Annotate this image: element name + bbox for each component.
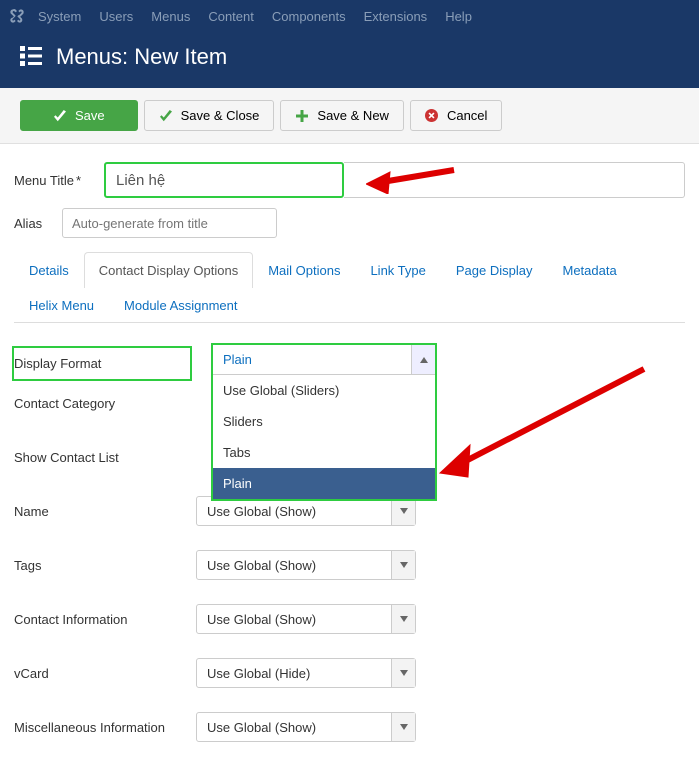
menu-title-input-ext[interactable] [344,162,685,198]
save-button[interactable]: Save [20,100,138,131]
nav-components[interactable]: Components [272,9,346,24]
save-new-button[interactable]: Save & New [280,100,404,131]
option-tabs[interactable]: Tabs [213,437,435,468]
check-icon [53,109,67,123]
caret-down-icon [391,713,415,741]
page-title: Menus: New Item [56,44,227,70]
cancel-icon [425,109,439,123]
caret-down-icon [391,497,415,525]
vcard-select[interactable]: Use Global (Hide) [196,658,416,688]
top-navbar: System Users Menus Content Components Ex… [0,0,699,32]
tabs: Details Contact Display Options Mail Opt… [14,252,685,323]
display-format-select-open[interactable]: Plain Use Global (Sliders) Sliders Tabs … [211,343,437,501]
form-area: Menu Title* Alias Details Contact Displa… [0,144,699,761]
save-close-label: Save & Close [181,108,260,123]
contact-info-label: Contact Information [14,612,196,627]
option-sliders[interactable]: Sliders [213,406,435,437]
plus-icon [295,109,309,123]
tab-details[interactable]: Details [14,252,84,288]
save-close-button[interactable]: Save & Close [144,100,275,131]
alias-input[interactable] [62,208,277,238]
misc-value: Use Global (Show) [197,720,391,735]
nav-help[interactable]: Help [445,9,472,24]
nav-extensions[interactable]: Extensions [364,9,428,24]
tab-metadata[interactable]: Metadata [547,252,631,288]
nav-menus[interactable]: Menus [151,9,190,24]
display-format-select-top[interactable]: Plain [213,345,435,375]
contact-info-select[interactable]: Use Global (Show) [196,604,416,634]
nav-users[interactable]: Users [99,9,133,24]
option-use-global-sliders[interactable]: Use Global (Sliders) [213,375,435,406]
save-label: Save [75,108,105,123]
cancel-button[interactable]: Cancel [410,100,502,131]
name-value: Use Global (Show) [197,504,391,519]
cancel-label: Cancel [447,108,487,123]
save-new-label: Save & New [317,108,389,123]
display-format-value: Plain [213,352,411,367]
toolbar: Save Save & Close Save & New Cancel [0,88,699,144]
option-plain[interactable]: Plain [213,468,435,499]
nav-content[interactable]: Content [208,9,254,24]
name-label: Name [14,504,196,519]
options-panel: Display Format Plain Use Global (Sliders… [14,323,685,743]
tab-helix-menu[interactable]: Helix Menu [14,287,109,323]
misc-label: Miscellaneous Information [14,720,196,735]
menu-title-label: Menu Title* [14,173,104,188]
menu-title-input[interactable] [104,162,344,198]
contact-info-value: Use Global (Show) [197,612,391,627]
caret-down-icon [391,551,415,579]
misc-select[interactable]: Use Global (Show) [196,712,416,742]
list-icon [20,46,42,69]
tab-mail-options[interactable]: Mail Options [253,252,355,288]
tags-select[interactable]: Use Global (Show) [196,550,416,580]
tab-page-display[interactable]: Page Display [441,252,548,288]
show-contact-list-label: Show Contact List [14,450,196,465]
caret-down-icon [391,659,415,687]
display-format-label: Display Format [14,348,190,379]
tags-label: Tags [14,558,196,573]
contact-category-label: Contact Category [14,396,196,411]
check-icon [159,109,173,123]
tags-value: Use Global (Show) [197,558,391,573]
tab-contact-display-options[interactable]: Contact Display Options [84,252,253,288]
joomla-logo-icon [8,7,26,25]
caret-down-icon [391,605,415,633]
caret-up-icon [411,345,435,374]
tab-link-type[interactable]: Link Type [355,252,440,288]
alias-label: Alias [14,216,62,231]
tab-module-assignment[interactable]: Module Assignment [109,287,252,323]
nav-system[interactable]: System [38,9,81,24]
page-header: Menus: New Item [0,32,699,88]
